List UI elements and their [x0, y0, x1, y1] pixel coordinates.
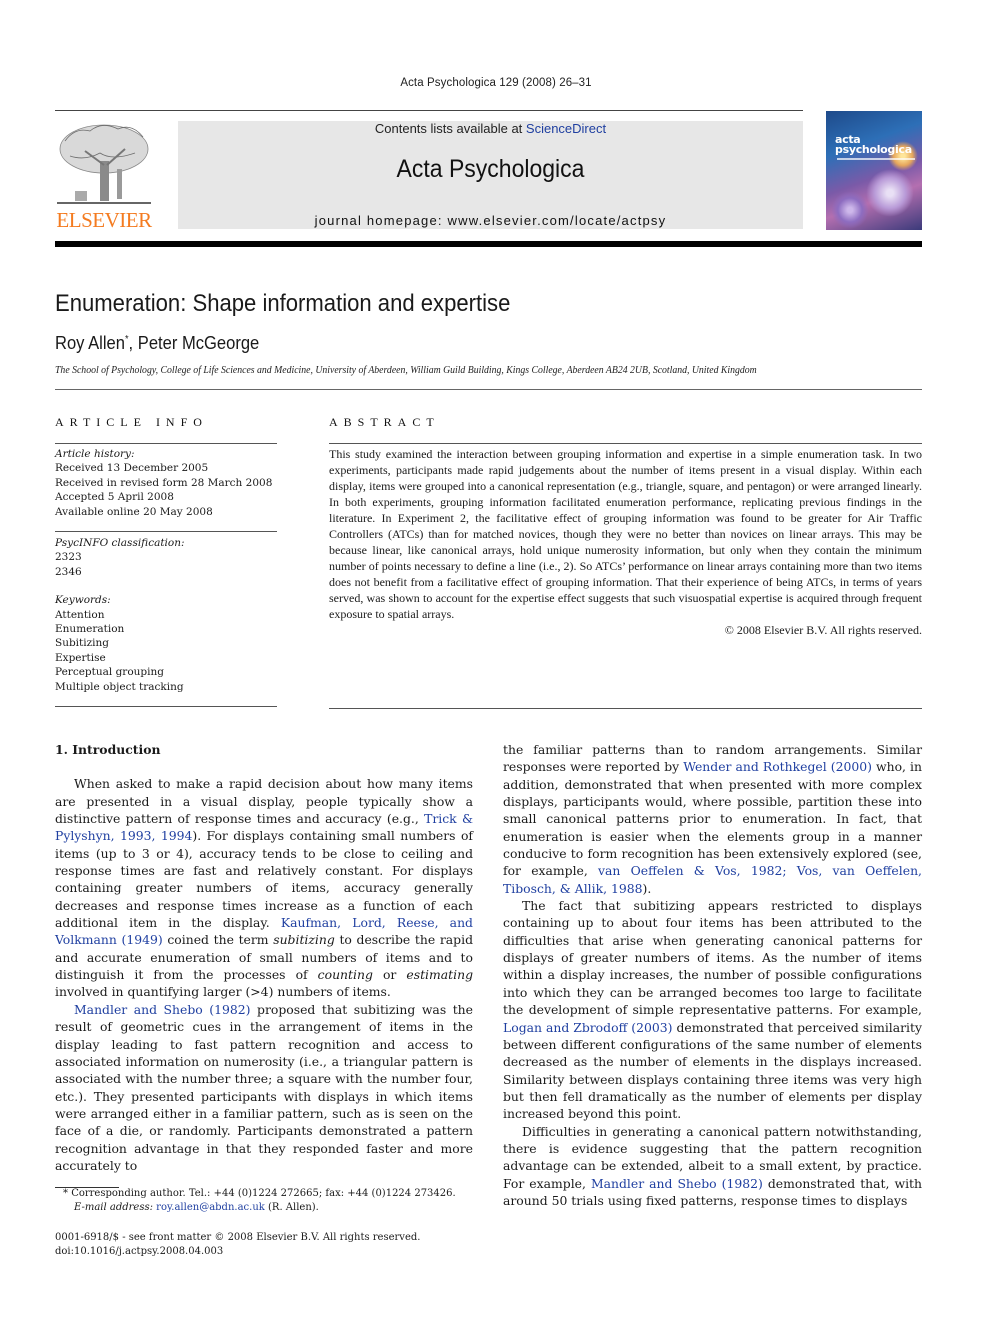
sciencedirect-link[interactable]: ScienceDirect	[526, 121, 606, 136]
contents-line: Contents lists available at ScienceDirec…	[178, 121, 803, 136]
abstract-body: This study examined the interaction betw…	[329, 446, 922, 638]
cover-flower-shape	[831, 191, 869, 229]
article-info-divider	[55, 531, 277, 533]
keyword[interactable]: Subitizing	[55, 636, 277, 650]
footnote: * Corresponding author. Tel.: +44 (0)122…	[55, 1187, 495, 1215]
author-name[interactable]: Roy Allen	[55, 333, 125, 353]
history-item: Received 13 December 2005	[55, 462, 209, 475]
journal-cover-image[interactable]: acta psychologica	[826, 111, 922, 230]
cover-subtitle-line	[837, 158, 915, 160]
front-matter: 0001-6918/$ - see front matter © 2008 El…	[55, 1231, 495, 1259]
journal-homepage-link[interactable]: journal homepage: www.elsevier.com/locat…	[178, 213, 803, 228]
citation-link[interactable]: Wender and Rothkegel (2000)	[683, 759, 872, 774]
body-paragraph: Mandler and Shebo (1982) proposed that s…	[55, 1001, 473, 1174]
author-separator: ,	[128, 333, 138, 353]
emphasized-term: estimating	[406, 967, 473, 983]
history-item: Accepted 5 April 2008	[55, 491, 174, 504]
paragraph-text: When asked to make a rapid decision abou…	[55, 776, 473, 827]
corresponding-author-note: Corresponding author. Tel.: +44 (0)1224 …	[71, 1188, 456, 1199]
emphasized-term: counting	[317, 967, 373, 983]
body-paragraph: Difficulties in generating a canonical p…	[503, 1123, 922, 1210]
citation-link[interactable]: Mandler and Shebo (1982)	[591, 1176, 763, 1191]
citation-link[interactable]: Logan and Zbrodoff (2003)	[503, 1020, 673, 1035]
header-rule	[55, 110, 803, 111]
body-column-left: 1. Introduction When asked to make a rap…	[55, 741, 473, 1174]
keyword[interactable]: Attention	[55, 608, 277, 622]
issn-line: 0001-6918/$ - see front matter © 2008 El…	[55, 1232, 421, 1243]
body-paragraph: When asked to make a rapid decision abou…	[55, 775, 473, 1000]
article-info-bottom-rule	[55, 706, 277, 708]
article-info-panel: Article history: Received 13 December 20…	[55, 447, 277, 708]
masthead-thick-rule	[55, 241, 922, 247]
body-paragraph: the familiar patterns than to random arr…	[503, 741, 922, 897]
paragraph-text: The fact that subitizing appears restric…	[503, 898, 922, 1018]
author-affiliation: The School of Psychology, College of Lif…	[55, 365, 757, 376]
contents-prefix: Contents lists available at	[374, 121, 526, 136]
keyword[interactable]: Enumeration	[55, 622, 277, 636]
abstract-copyright: © 2008 Elsevier B.V. All rights reserved…	[724, 623, 922, 637]
email-suffix: (R. Allen).	[264, 1202, 319, 1213]
classification-code: 2346	[55, 565, 82, 578]
running-head: Acta Psychologica 129 (2008) 26–31	[400, 77, 592, 89]
section-heading: 1. Introduction	[55, 742, 161, 757]
keyword[interactable]: Expertise	[55, 651, 277, 665]
tree-icon	[57, 124, 151, 204]
elsevier-logo[interactable]: ELSEVIER	[55, 121, 153, 231]
history-item: Available online 20 May 2008	[55, 505, 213, 518]
paragraph-text: involved in quantifying larger (>4) numb…	[55, 984, 391, 1000]
affiliation-rule	[55, 389, 922, 390]
abstract-heading: ABSTRACT	[329, 415, 440, 429]
body-column-right: the familiar patterns than to random arr…	[503, 741, 922, 1209]
paragraph-text: or	[372, 967, 407, 983]
classification-label: PsycINFO classification:	[55, 537, 185, 550]
email-link[interactable]: roy.allen@abdn.ac.uk	[156, 1202, 265, 1213]
article-info-heading: ARTICLE INFO	[55, 415, 208, 429]
keywords-label: Keywords:	[55, 594, 111, 607]
article-history-label: Article history:	[55, 448, 135, 460]
article-history: Article history: Received 13 December 20…	[55, 447, 277, 519]
author-name[interactable]: Peter McGeorge	[138, 333, 259, 353]
psycinfo-classification: PsycINFO classification: 2323 2346	[55, 536, 277, 579]
history-item: Received in revised form 28 March 2008	[55, 476, 273, 489]
cover-flower-shape	[866, 169, 914, 217]
keyword[interactable]: Multiple object tracking	[55, 680, 277, 694]
paragraph-text: proposed that subitizing was the result …	[55, 1001, 473, 1173]
elsevier-wordmark: ELSEVIER	[56, 208, 152, 232]
paragraph-text: coined the term	[162, 932, 274, 948]
emphasized-term: subitizing	[273, 932, 335, 948]
journal-name: Acta Psychologica	[396, 155, 585, 183]
article-title: Enumeration: Shape information and exper…	[55, 290, 511, 317]
abstract-rule	[329, 443, 922, 444]
citation-link[interactable]: Mandler and Shebo (1982)	[74, 1002, 250, 1017]
footnote-mark: *	[63, 1188, 68, 1199]
doi-link[interactable]: doi:10.1016/j.actpsy.2008.04.003	[55, 1245, 495, 1259]
cover-title: acta psychologica	[835, 133, 912, 156]
article-info-rule	[55, 443, 277, 444]
classification-code: 2323	[55, 551, 82, 564]
paragraph-text: who, in addition, demonstrated that when…	[503, 759, 923, 879]
email-label: E-mail address:	[74, 1202, 153, 1213]
abstract-bottom-rule	[329, 708, 922, 709]
abstract-text: This study examined the interaction betw…	[329, 447, 922, 621]
keyword[interactable]: Perceptual grouping	[55, 665, 277, 679]
body-paragraph: The fact that subitizing appears restric…	[503, 897, 922, 1122]
keywords: Keywords: Attention Enumeration Subitizi…	[55, 593, 277, 694]
author-list: Roy Allen*, Peter McGeorge	[55, 333, 259, 354]
paragraph-text: ).	[642, 880, 652, 896]
